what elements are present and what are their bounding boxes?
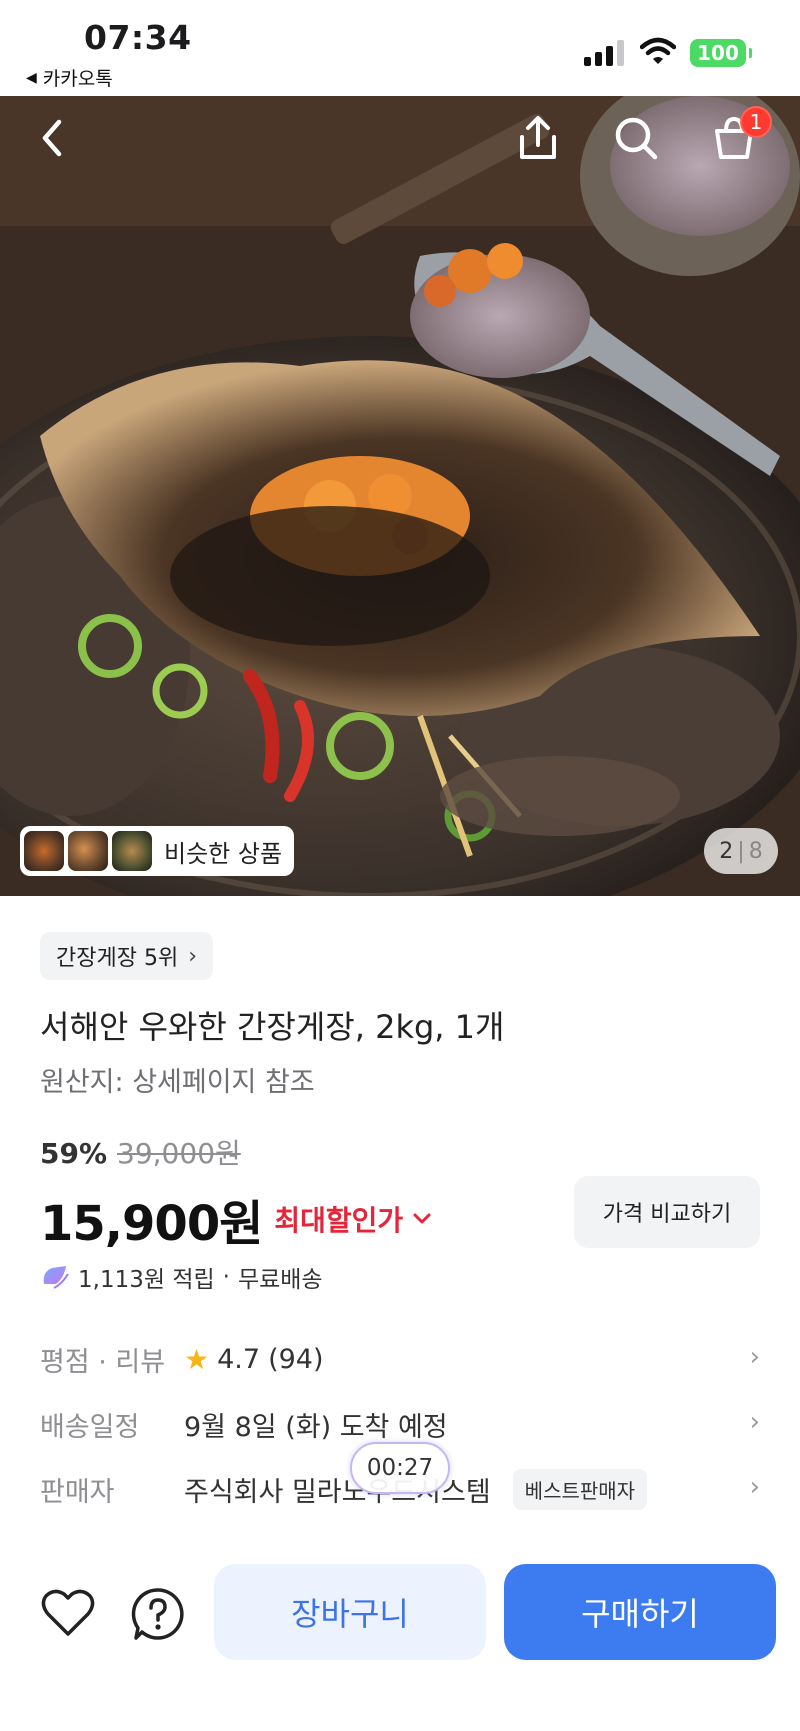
back-button[interactable] [24, 110, 80, 166]
chevron-right-icon: › [749, 1342, 760, 1372]
product-photo [0, 96, 800, 896]
product-title: 서해안 우와한 간장게장, 2kg, 1개 [40, 1008, 505, 1046]
wifi-icon [640, 37, 676, 64]
discount-row: 59% 39,000원 [40, 1132, 241, 1172]
best-seller-badge: 베스트판매자 [512, 1468, 648, 1510]
status-time: 07:34 [84, 18, 192, 57]
discount-rate: 59% [40, 1137, 108, 1170]
similar-products-label: 비슷한 상품 [164, 839, 283, 868]
rating-label: 평점 · 리뷰 [40, 1346, 166, 1378]
back-to-app-link[interactable]: ◀ 카카오톡 [26, 64, 113, 91]
back-app-label: 카카오톡 [42, 68, 113, 90]
page-separator: | [737, 838, 745, 864]
like-button[interactable] [38, 1585, 98, 1641]
share-icon [520, 116, 556, 159]
chevron-right-icon: › [749, 1407, 760, 1437]
current-page: 2 [719, 838, 734, 864]
seller-label: 판매자 [40, 1476, 115, 1508]
points-earned: 1,113원 적립 [78, 1267, 215, 1293]
cart-count-badge: 1 [740, 106, 772, 138]
price-row: 15,900원 최대할인가 [40, 1184, 431, 1254]
best-price-dropdown[interactable]: 최대할인가 [274, 1199, 431, 1239]
product-origin: 원산지: 상세페이지 참조 [40, 1067, 315, 1098]
similar-products-button[interactable]: 비슷한 상품 [20, 826, 295, 876]
similar-thumbnail [68, 831, 108, 871]
add-to-cart-button[interactable]: 장바구니 [214, 1564, 486, 1660]
price-compare-button[interactable]: 가격 비교하기 [574, 1176, 760, 1248]
sale-price: 15,900원 [40, 1196, 263, 1252]
shipping-info: 무료배송 [237, 1267, 323, 1293]
total-pages: 8 [748, 838, 763, 864]
heart-icon [41, 1589, 95, 1636]
search-button[interactable] [608, 110, 664, 166]
rating-value: ★ 4.7 (94) [184, 1343, 324, 1376]
points-separator: · [222, 1264, 230, 1290]
image-page-indicator: 2 | 8 [704, 828, 778, 874]
question-icon [131, 1588, 184, 1640]
buy-now-button[interactable]: 구매하기 [504, 1564, 776, 1660]
search-icon [615, 117, 658, 160]
product-image-gallery[interactable] [0, 96, 800, 896]
inquiry-button[interactable] [128, 1584, 188, 1644]
status-bar: 07:34 ◀ 카카오톡 100 [0, 0, 800, 96]
star-icon: ★ [184, 1342, 210, 1376]
points-shipping-row: 1,113원 적립 · 무료배송 [40, 1260, 323, 1294]
rank-label: 간장게장 5위 [56, 946, 179, 971]
best-price-label: 최대할인가 [274, 1204, 404, 1237]
back-triangle-icon: ◀ [26, 69, 37, 86]
timer-overlay: 00:27 [350, 1442, 450, 1494]
delivery-label: 배송일정 [40, 1411, 140, 1443]
rating-review-row[interactable]: 평점 · 리뷰 ★ 4.7 (94) › [40, 1334, 760, 1384]
share-button[interactable] [510, 110, 566, 166]
battery-icon: 100 [690, 39, 752, 67]
points-icon [43, 1266, 69, 1289]
similar-thumbnail [112, 831, 152, 871]
review-count: (94) [268, 1343, 324, 1375]
back-icon [42, 119, 62, 157]
original-price: 39,000원 [117, 1137, 241, 1170]
chevron-right-icon: › [188, 943, 198, 969]
delivery-value: 9월 8일 (화) 도착 예정 [184, 1411, 448, 1443]
similar-thumbnail [24, 831, 64, 871]
signal-icon [584, 40, 624, 66]
chevron-down-icon [413, 1213, 431, 1224]
rating-score: 4.7 [217, 1343, 261, 1375]
category-rank-chip[interactable]: 간장게장 5위 › [40, 932, 214, 980]
chevron-right-icon: › [749, 1472, 760, 1502]
